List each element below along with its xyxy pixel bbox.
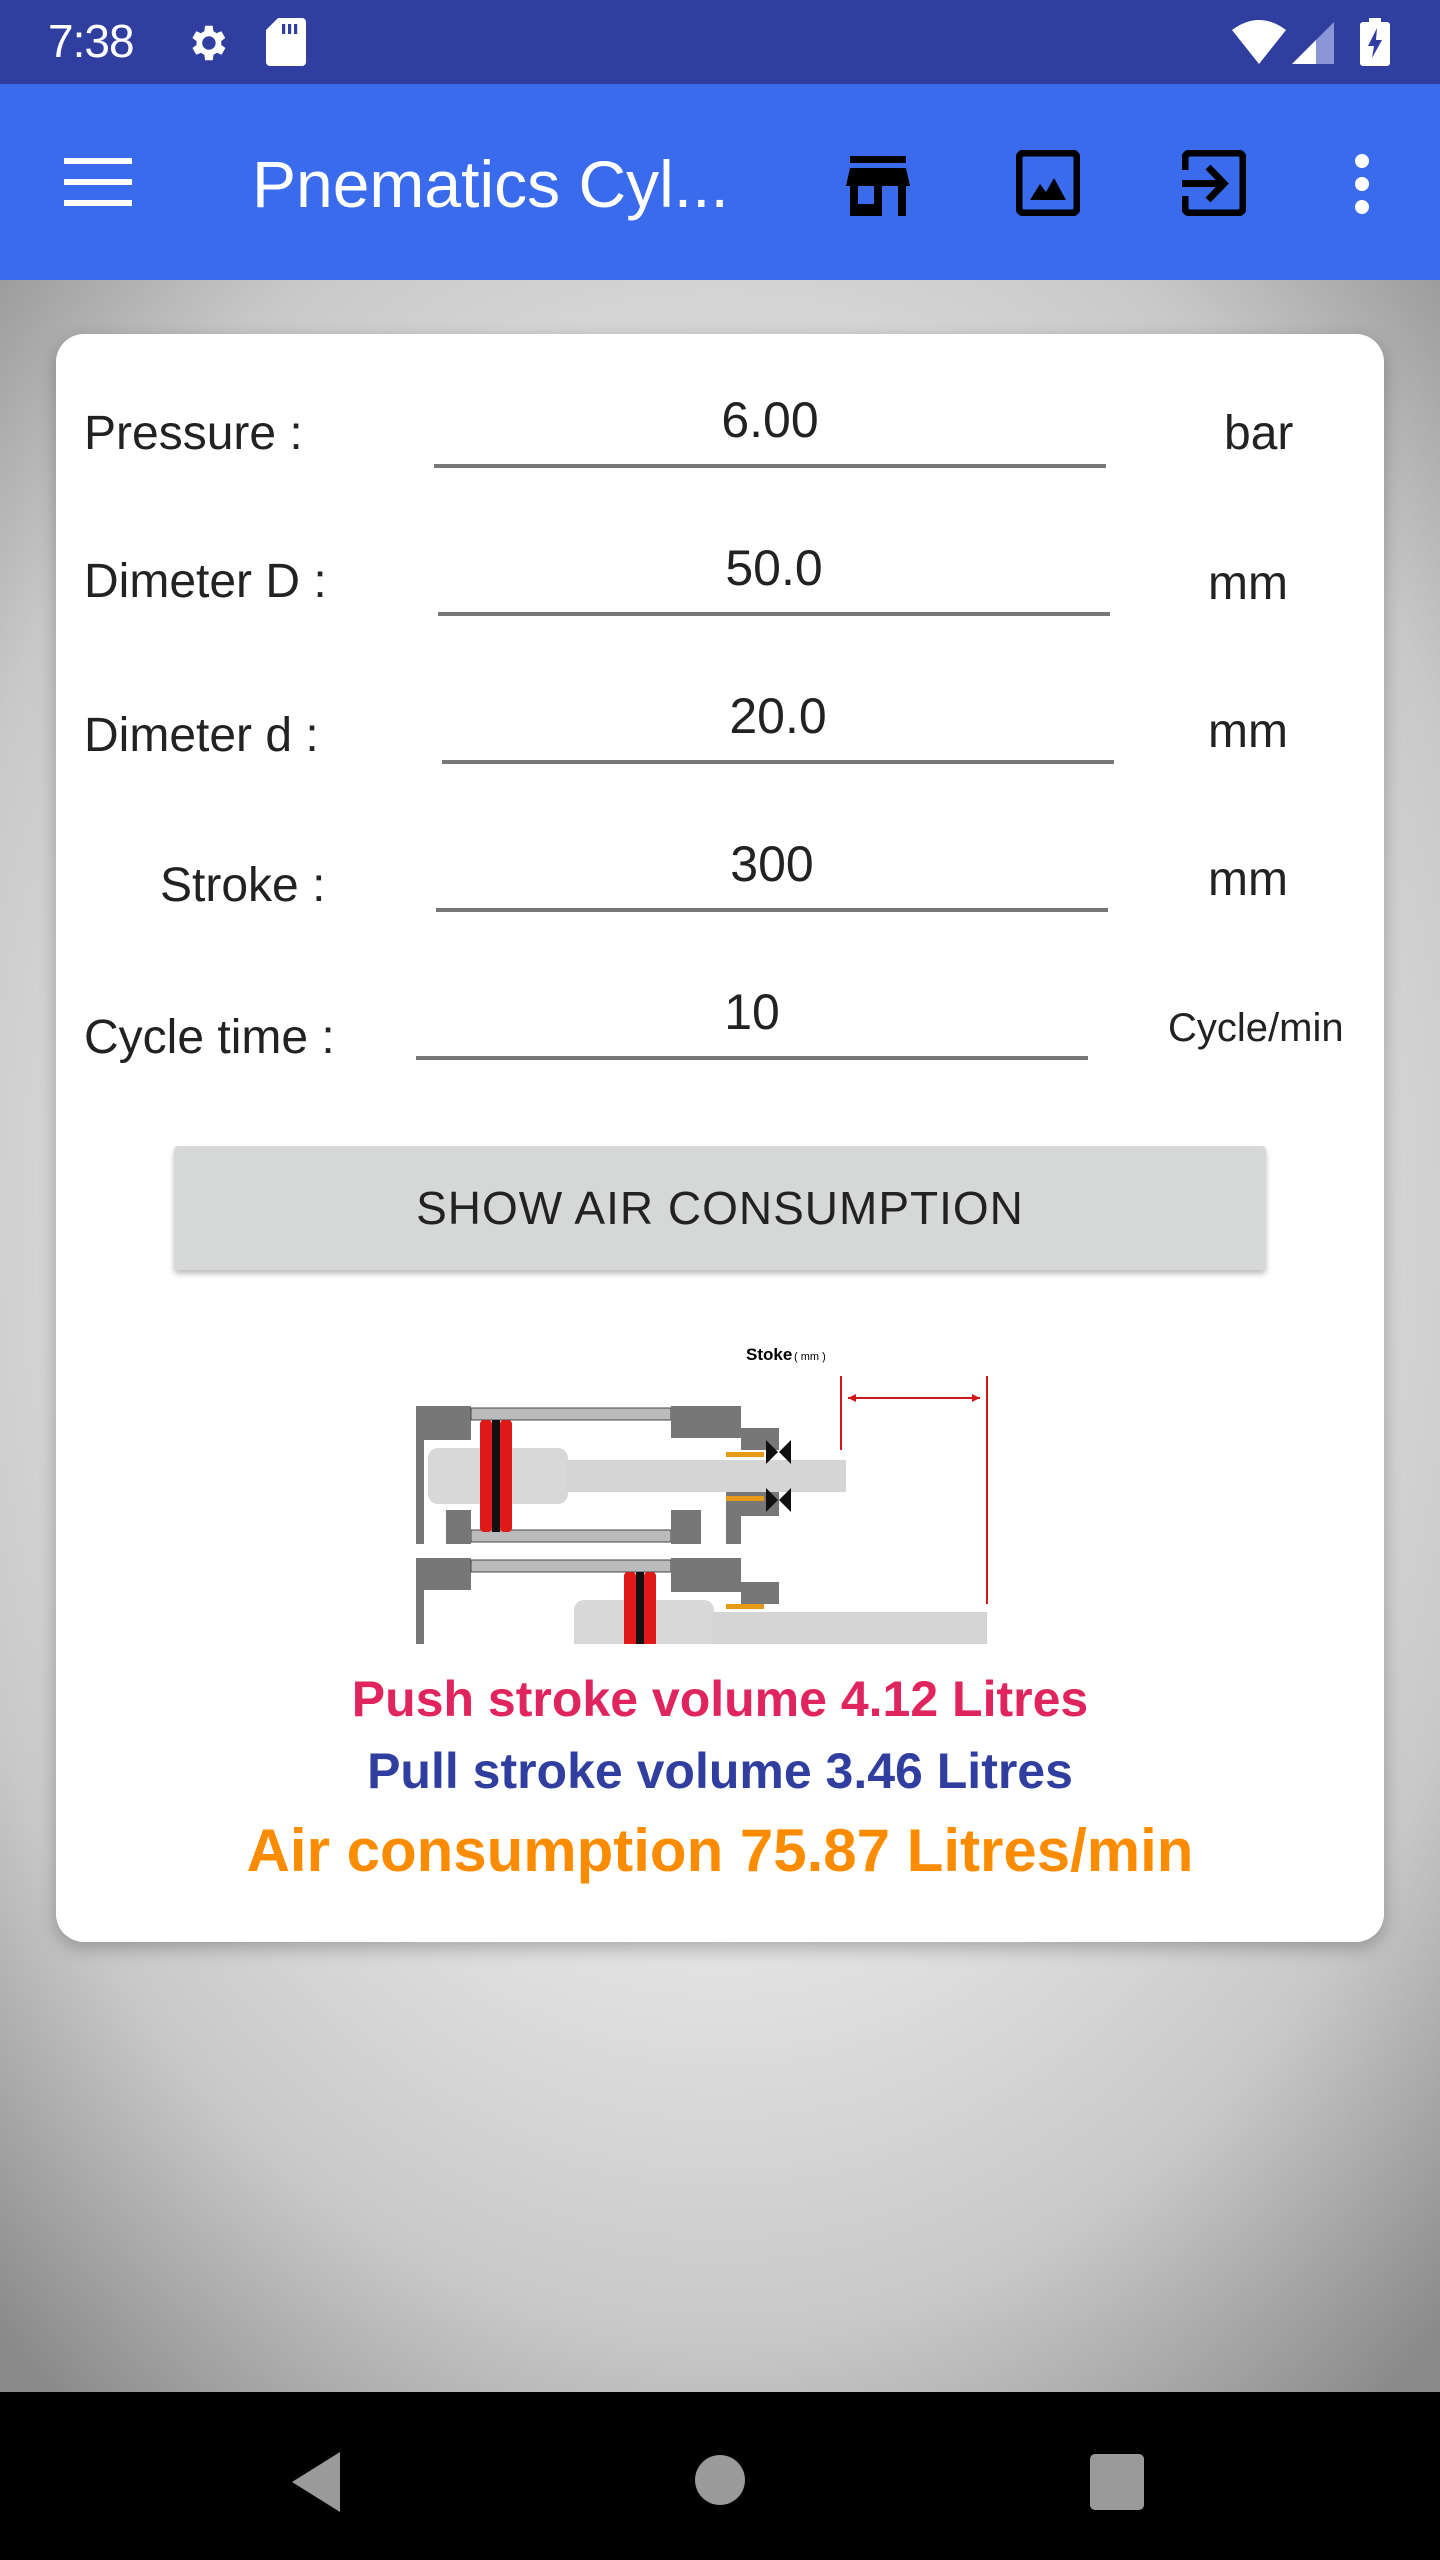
home-icon[interactable] (694, 2454, 746, 2511)
status-bar: 7:38 (0, 0, 1440, 84)
air-consumption: Air consumption 75.87 Litres/min (246, 1817, 1194, 1884)
status-time: 7:38 (48, 15, 135, 67)
pressure-label: Pressure : (84, 407, 303, 460)
stroke-annotation-label: Stoke (746, 1345, 792, 1364)
cylinder-diagram: Stoke ( mm ) (416, 1345, 988, 1644)
app-title: Pnematics Cyl... (252, 147, 729, 221)
stroke-label: Stroke : (160, 859, 326, 912)
content-area: Pressure : bar Dimeter D : mm Dimeter d … (0, 280, 1440, 2392)
diameter-small-input[interactable] (442, 678, 1114, 764)
diameter-small-unit: mm (1208, 705, 1288, 758)
battery-charging-icon (1360, 18, 1390, 71)
cycle-time-label: Cycle time : (84, 1011, 335, 1064)
show-air-consumption-button[interactable]: SHOW AIR CONSUMPTION (174, 1146, 1266, 1270)
recents-icon[interactable] (1090, 2454, 1144, 2515)
navigation-bar (0, 2392, 1440, 2560)
exit-to-app-icon[interactable] (1181, 149, 1247, 221)
stroke-input[interactable] (436, 826, 1108, 912)
cycle-time-unit: Cycle/min (1168, 1006, 1344, 1050)
pull-stroke-volume: Pull stroke volume 3.46 Litres (367, 1743, 1073, 1799)
settings-icon (184, 20, 230, 71)
diameter-small-label: Dimeter d : (84, 709, 319, 762)
pressure-input[interactable] (434, 382, 1106, 468)
pressure-unit: bar (1224, 407, 1294, 460)
push-stroke-volume: Push stroke volume 4.12 Litres (351, 1671, 1089, 1727)
wifi-icon (1232, 20, 1286, 69)
sd-card-icon (266, 18, 306, 71)
store-icon[interactable] (846, 156, 910, 221)
stroke-annotation-unit: ( mm ) (794, 1351, 826, 1363)
calculator-card: Pressure : bar Dimeter D : mm Dimeter d … (56, 334, 1384, 1942)
menu-icon[interactable] (64, 156, 132, 213)
cylinder-extended (416, 1558, 987, 1644)
stroke-unit: mm (1208, 853, 1288, 906)
signal-icon (1292, 22, 1334, 69)
diameter-big-unit: mm (1208, 557, 1288, 610)
app-bar: Pnematics Cyl... (0, 84, 1440, 280)
more-vert-icon[interactable] (1352, 154, 1372, 219)
back-icon[interactable] (290, 2452, 342, 2517)
cycle-time-input[interactable] (416, 974, 1088, 1060)
image-icon[interactable] (1015, 149, 1081, 221)
diameter-big-input[interactable] (438, 530, 1110, 616)
cylinder-retracted (416, 1406, 846, 1544)
diameter-big-label: Dimeter D : (84, 555, 327, 608)
